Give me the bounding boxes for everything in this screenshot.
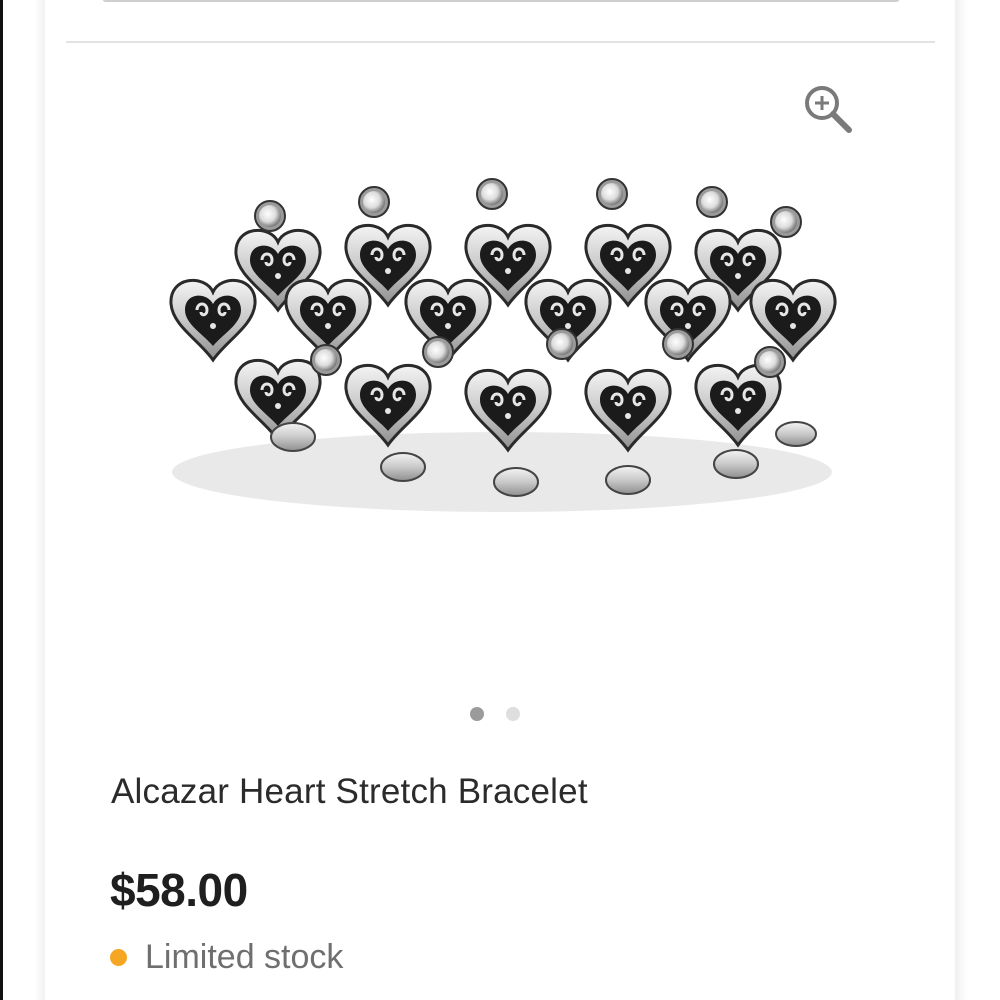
carousel-dot-2[interactable]	[506, 707, 520, 721]
stock-status-text: Limited stock	[145, 938, 344, 976]
card-shadow-right	[955, 0, 967, 1000]
carousel-dot-1[interactable]	[470, 707, 484, 721]
product-title: Alcazar Heart Stretch Bracelet	[111, 772, 588, 811]
window-edge	[0, 0, 3, 1000]
product-price: $58.00	[110, 864, 248, 916]
carousel-dots	[470, 707, 520, 721]
bracelet-image[interactable]	[138, 172, 866, 520]
stock-status: Limited stock	[110, 938, 343, 977]
zoom-in-icon[interactable]	[800, 82, 856, 138]
stock-indicator-icon	[110, 949, 127, 966]
search-field[interactable]	[102, 0, 900, 2]
section-divider	[66, 41, 935, 43]
